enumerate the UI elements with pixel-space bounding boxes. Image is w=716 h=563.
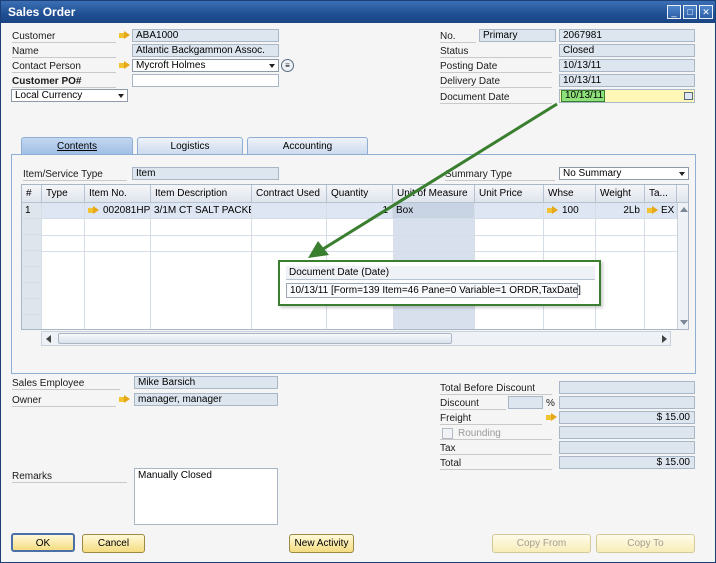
tooltip-info: 10/13/11 [Form=139 Item=46 Pane=0 Variab… (286, 283, 581, 298)
tooltip-title: Document Date (Date) (286, 266, 595, 280)
annotation-arrow-line (322, 102, 558, 251)
annotation-arrow-head (308, 241, 329, 258)
sales-order-window: Sales Order _ □ ✕ Customer ABA1000 Name … (0, 0, 716, 563)
field-info-tooltip: Document Date (Date) 10/13/11 [Form=139 … (278, 260, 601, 306)
